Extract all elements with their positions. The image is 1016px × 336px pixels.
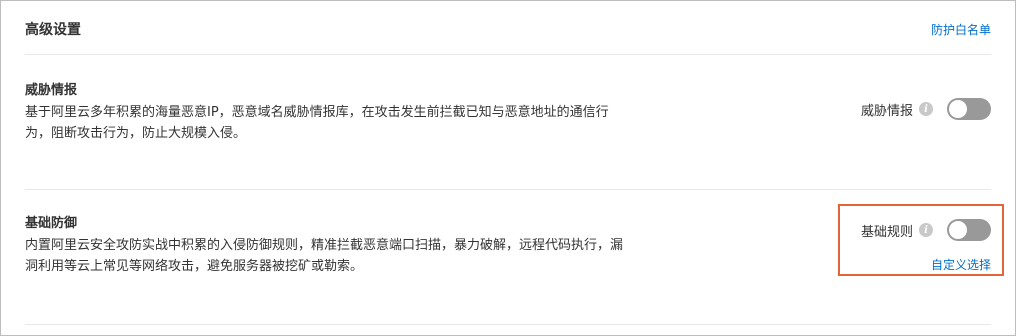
info-icon[interactable]: i: [919, 223, 933, 237]
advanced-settings-panel: 高级设置 防护白名单 威胁情报 基于阿里云多年积累的海量恶意IP，恶意域名威胁情…: [0, 0, 1016, 336]
basic-defense-title: 基础防御: [25, 216, 78, 231]
threat-intel-control: 威胁情报 i: [861, 98, 991, 120]
toggle-knob: [949, 100, 967, 118]
basic-defense-description: 内置阿里云安全攻防实战中积累的入侵防御规则，精准拦截恶意端口扫描，暴力破解，远程…: [25, 238, 624, 274]
info-icon[interactable]: i: [919, 102, 933, 116]
panel-header: 高级设置 防护白名单: [25, 1, 991, 55]
threat-intel-toggle[interactable]: [947, 98, 991, 120]
basic-defense-section: 基础防御 内置阿里云安全攻防实战中积累的入侵防御规则，精准拦截恶意端口扫描，暴力…: [25, 190, 991, 325]
threat-intel-switch-label: 威胁情报: [860, 103, 913, 119]
custom-select-link[interactable]: 自定义选择: [931, 256, 991, 273]
threat-intel-title: 威胁情报: [25, 83, 78, 98]
threat-intel-section: 威胁情报 基于阿里云多年积累的海量恶意IP，恶意域名威胁情报库，在攻击发生前拦截…: [25, 55, 991, 190]
toggle-knob: [949, 221, 967, 239]
threat-intel-description: 基于阿里云多年积累的海量恶意IP，恶意域名威胁情报库，在攻击发生前拦截已知与恶意…: [25, 105, 609, 141]
basic-rules-toggle[interactable]: [947, 219, 991, 241]
basic-rules-control: 基础规则 i: [861, 219, 991, 241]
basic-rules-switch-label: 基础规则: [860, 224, 913, 240]
page-title: 高级设置: [25, 22, 81, 38]
whitelist-link[interactable]: 防护白名单: [931, 21, 991, 38]
